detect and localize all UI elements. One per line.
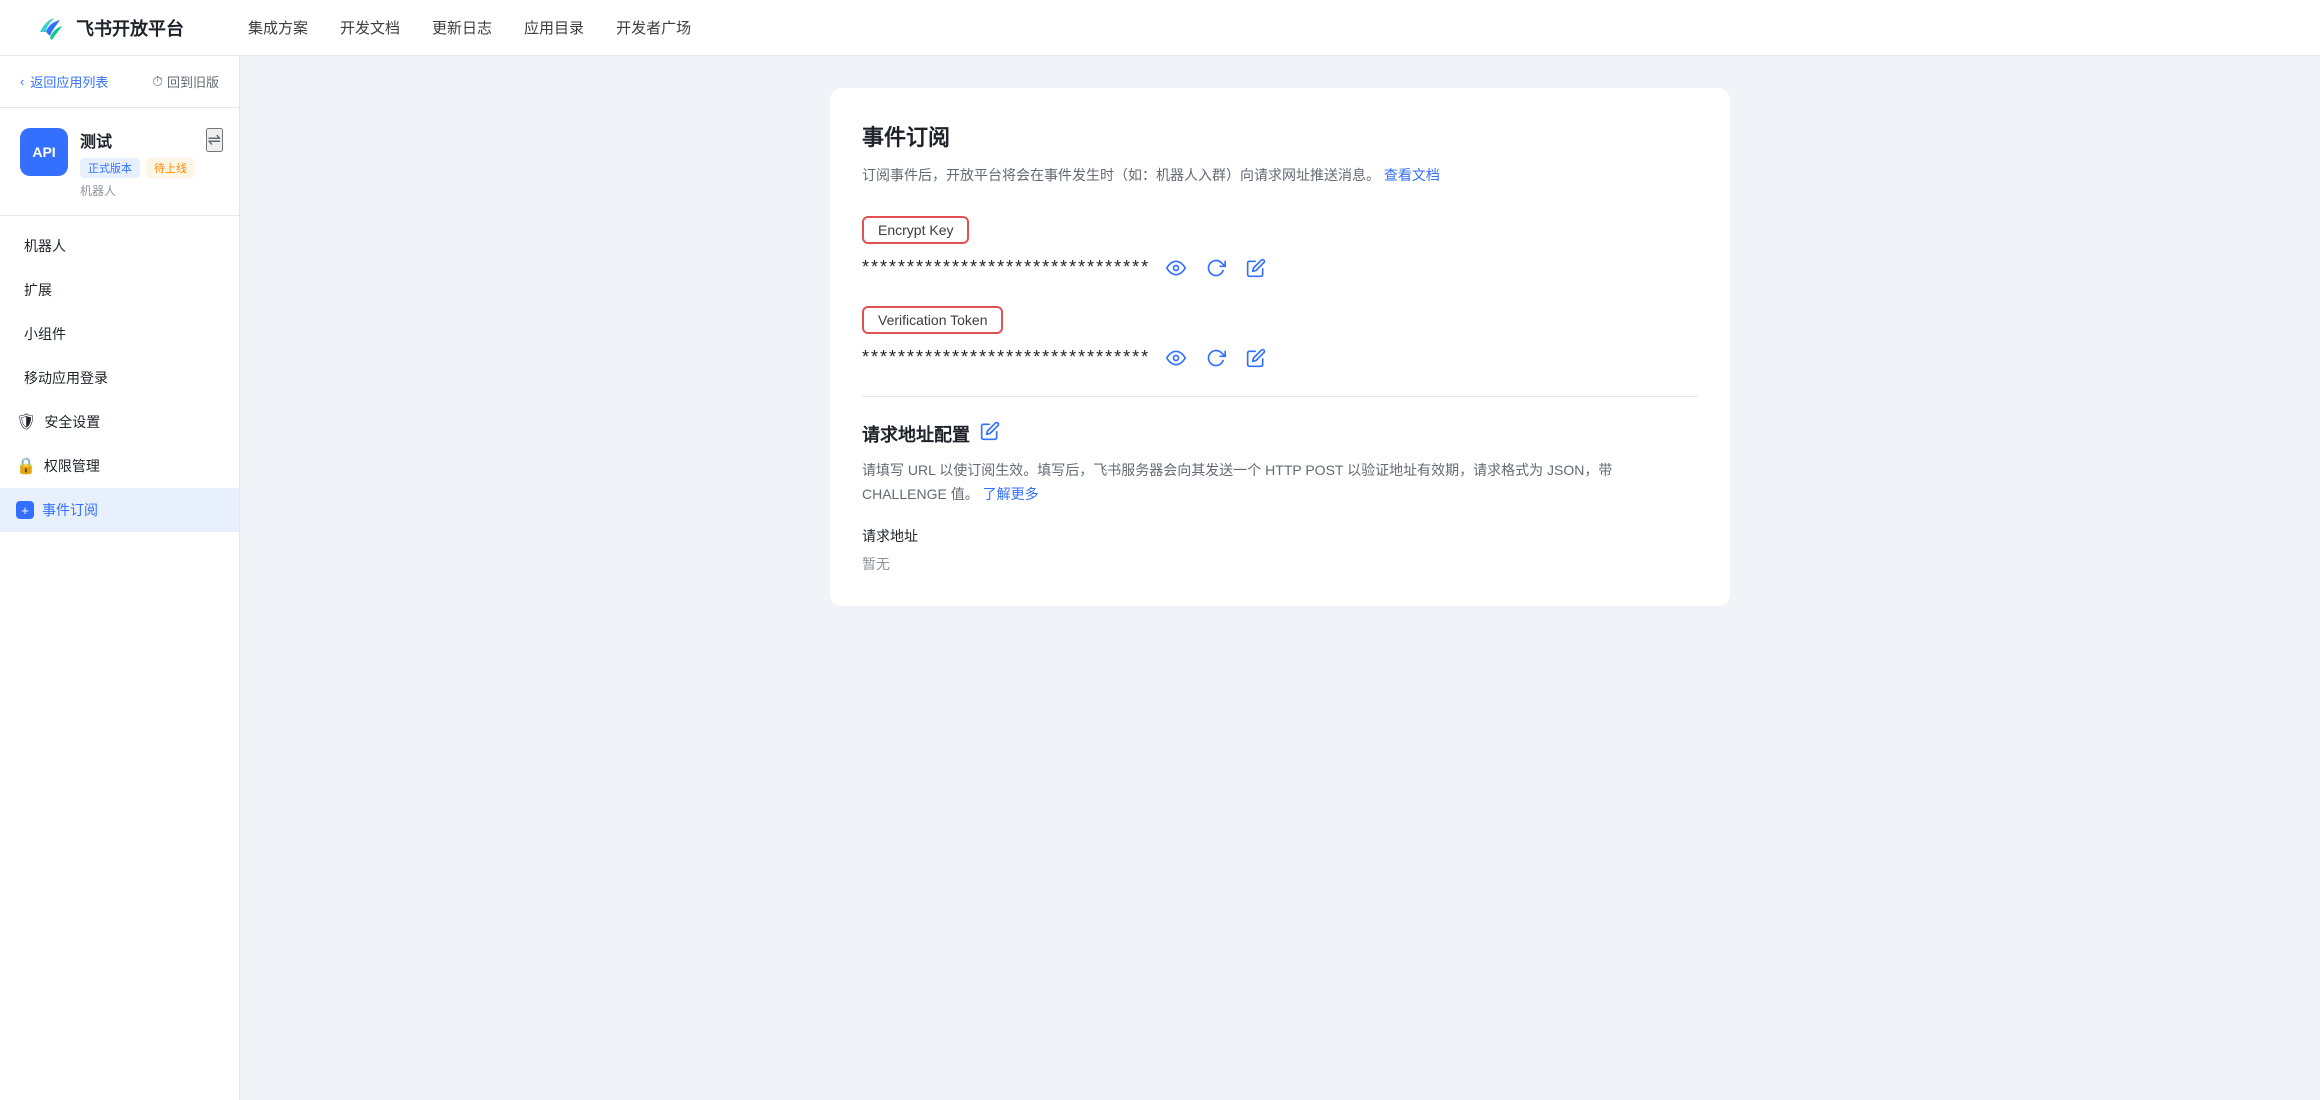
verification-token-block: Verification Token *********************… (862, 306, 1698, 372)
permissions-label: 权限管理 (44, 456, 100, 476)
verification-token-edit-button[interactable] (1242, 344, 1270, 372)
verification-token-refresh-button[interactable] (1202, 344, 1230, 372)
sidebar: ‹ 返回应用列表 ⏱ 回到旧版 API 测试 正式版本 待上线 机器人 ⇌ (0, 56, 240, 1100)
mobile-login-label: 移动应用登录 (24, 368, 108, 388)
security-label: 安全设置 (44, 412, 100, 432)
request-url-title-row: 请求地址配置 (862, 421, 1698, 447)
back-arrow-icon: ‹ (20, 74, 24, 89)
back-label: 返回应用列表 (30, 72, 108, 91)
sidebar-top: ‹ 返回应用列表 ⏱ 回到旧版 (0, 56, 239, 108)
nav-changelog[interactable]: 更新日志 (432, 17, 492, 38)
main-content: 事件订阅 订阅事件后，开放平台将会在事件发生时（如：机器人入群）向请求网址推送消… (240, 56, 2320, 1100)
encrypt-key-view-button[interactable] (1162, 254, 1190, 282)
encrypt-key-refresh-button[interactable] (1202, 254, 1230, 282)
verification-token-view-button[interactable] (1162, 344, 1190, 372)
sidebar-item-widget[interactable]: 小组件 (0, 312, 239, 356)
sidebar-item-mobile-login[interactable]: 移动应用登录 (0, 356, 239, 400)
encrypt-key-block: Encrypt Key ****************************… (862, 216, 1698, 282)
request-url-edit-button[interactable] (980, 421, 1000, 446)
nav-docs[interactable]: 开发文档 (340, 17, 400, 38)
sidebar-nav: 机器人 扩展 小组件 移动应用登录 🛡 安全设置 🔒 权限管理 + 事件订阅 (0, 216, 239, 540)
request-url-desc-text: 请填写 URL 以使订阅生效。填写后，飞书服务器会向其发送一个 HTTP POS… (862, 462, 1612, 502)
nav-integration[interactable]: 集成方案 (248, 17, 308, 38)
section-desc-text: 订阅事件后，开放平台将会在事件发生时（如：机器人入群）向请求网址推送消息。 (862, 167, 1380, 183)
history-label: 回到旧版 (167, 72, 219, 91)
nav-app-directory[interactable]: 应用目录 (524, 17, 584, 38)
lock-icon: 🔒 (16, 456, 36, 476)
encrypt-key-masked: ******************************** (862, 257, 1150, 278)
content-card: 事件订阅 订阅事件后，开放平台将会在事件发生时（如：机器人入群）向请求网址推送消… (830, 88, 1730, 606)
shield-icon: 🛡 (16, 412, 36, 432)
encrypt-key-label: Encrypt Key (862, 216, 969, 244)
verification-token-row: ******************************** (862, 344, 1698, 372)
sidebar-item-permissions[interactable]: 🔒 权限管理 (0, 444, 239, 488)
sidebar-app-info: API 测试 正式版本 待上线 机器人 ⇌ (0, 108, 239, 216)
robot-label: 机器人 (24, 236, 66, 256)
app-badges: 正式版本 待上线 (80, 158, 219, 178)
url-field-label: 请求地址 (862, 526, 1698, 546)
encrypt-key-actions (1162, 254, 1270, 282)
event-sub-label: 事件订阅 (42, 500, 98, 520)
request-url-desc: 请填写 URL 以使订阅生效。填写后，飞书服务器会向其发送一个 HTTP POS… (862, 459, 1698, 507)
nav-developer-plaza[interactable]: 开发者广场 (616, 17, 691, 38)
app-type: 机器人 (80, 182, 219, 199)
badge-official: 正式版本 (80, 158, 140, 178)
learn-more-link[interactable]: 了解更多 (983, 486, 1039, 502)
request-url-title: 请求地址配置 (862, 421, 970, 447)
topnav-links: 集成方案 开发文档 更新日志 应用目录 开发者广场 (248, 17, 691, 38)
sidebar-item-event-sub[interactable]: + 事件订阅 (0, 488, 239, 532)
url-field-value: 暂无 (862, 554, 1698, 574)
app-name: 测试 (80, 128, 219, 152)
section-title: 事件订阅 (862, 120, 1698, 152)
plus-icon: + (16, 501, 34, 519)
section-doc-link[interactable]: 查看文档 (1384, 167, 1440, 183)
history-icon: ⏱ (152, 73, 163, 90)
section-desc: 订阅事件后，开放平台将会在事件发生时（如：机器人入群）向请求网址推送消息。 查看… (862, 164, 1698, 188)
back-to-list[interactable]: ‹ 返回应用列表 (20, 72, 108, 91)
logo-text: 飞书开放平台 (76, 15, 184, 41)
extension-label: 扩展 (24, 280, 52, 300)
topnav: 飞书开放平台 集成方案 开发文档 更新日志 应用目录 开发者广场 (0, 0, 2320, 56)
layout: ‹ 返回应用列表 ⏱ 回到旧版 API 测试 正式版本 待上线 机器人 ⇌ (0, 56, 2320, 1100)
encrypt-key-edit-button[interactable] (1242, 254, 1270, 282)
history-button[interactable]: ⏱ 回到旧版 (152, 72, 219, 91)
encrypt-key-row: ******************************** (862, 254, 1698, 282)
badge-pending: 待上线 (146, 158, 195, 178)
app-info: 测试 正式版本 待上线 机器人 (80, 128, 219, 199)
verification-token-label: Verification Token (862, 306, 1003, 334)
sidebar-item-extension[interactable]: 扩展 (0, 268, 239, 312)
sidebar-item-robot[interactable]: 机器人 (0, 224, 239, 268)
verification-token-actions (1162, 344, 1270, 372)
verification-token-masked: ******************************** (862, 347, 1150, 368)
sidebar-item-security[interactable]: 🛡 安全设置 (0, 400, 239, 444)
logo: 飞书开放平台 (32, 10, 184, 46)
section-divider (862, 396, 1698, 397)
widget-label: 小组件 (24, 324, 66, 344)
app-icon: API (20, 128, 68, 176)
sidebar-expand-button[interactable]: ⇌ (206, 128, 223, 152)
